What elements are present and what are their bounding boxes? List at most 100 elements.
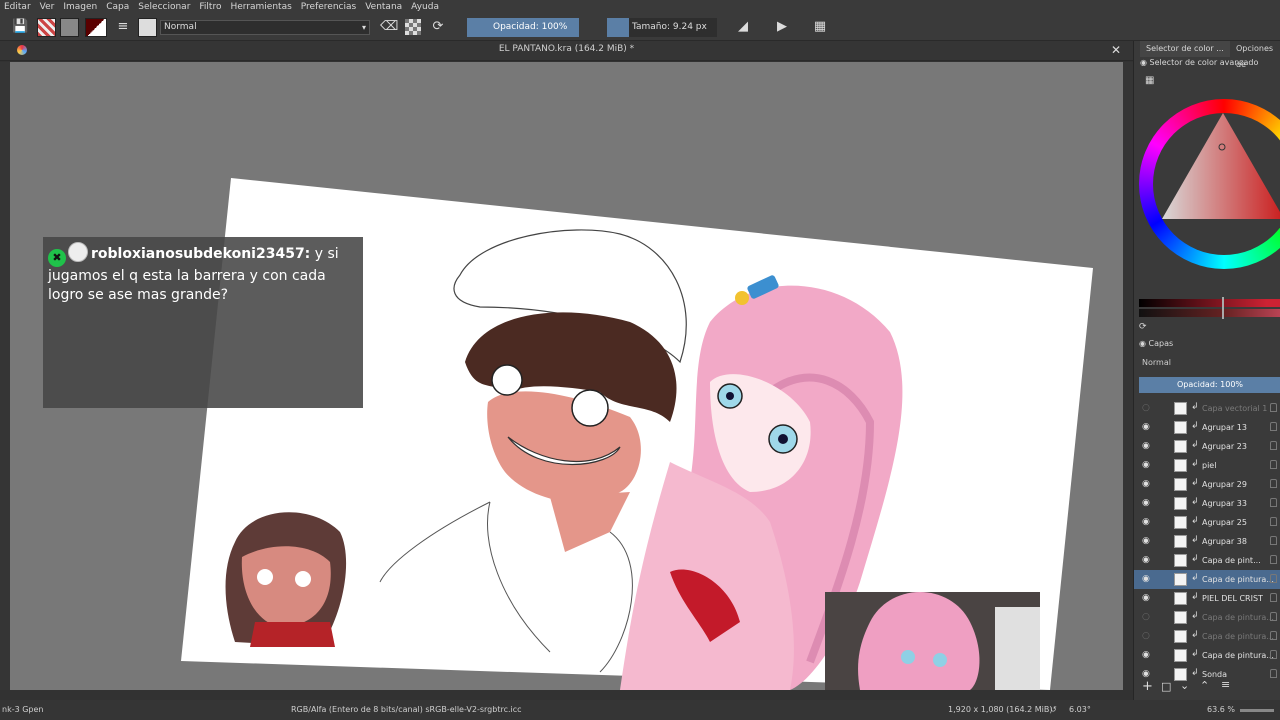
tab-color-selector[interactable]: Selector de color ...	[1140, 41, 1230, 57]
status-color-space: RGB/Alfa (Entero de 8 bits/canal) sRGB-e…	[291, 705, 522, 714]
lock-icon[interactable]	[1270, 498, 1277, 507]
brush-settings-icon[interactable]: ≡	[115, 19, 131, 35]
fg-bg-color-icon[interactable]	[85, 18, 107, 37]
zoom-slider[interactable]	[1240, 709, 1274, 712]
color-settings-icon[interactable]: ▦	[1145, 75, 1154, 86]
eye-icon[interactable]: ◉	[1142, 650, 1152, 660]
menu-preferencias[interactable]: Preferencias	[297, 2, 361, 12]
menu-imagen[interactable]: Imagen	[59, 2, 102, 12]
eraser-icon[interactable]: ⌫	[380, 19, 398, 35]
menubar: Editar Ver Imagen Capa Seleccionar Filtr…	[0, 0, 1280, 14]
lock-icon[interactable]	[1270, 536, 1277, 545]
lock-icon[interactable]	[1270, 422, 1277, 431]
menu-seleccionar[interactable]: Seleccionar	[134, 2, 195, 12]
layer-thumbnail	[1174, 421, 1187, 434]
lock-icon[interactable]	[1270, 403, 1277, 412]
color-triangle[interactable]	[1154, 111, 1280, 221]
layer-row[interactable]: ○ ↲ Capa de pintura...	[1134, 627, 1280, 646]
mirror-horizontal-icon[interactable]: ◢	[735, 19, 751, 35]
layer-row[interactable]: ○ ↲ Capa de pintura...	[1134, 608, 1280, 627]
close-icon[interactable]: ✕	[1111, 43, 1121, 57]
eye-icon[interactable]: ◉	[1142, 536, 1152, 546]
brush-tip-icon[interactable]	[138, 18, 157, 37]
crop-icon[interactable]: ▦	[812, 19, 828, 35]
alpha-lock-icon[interactable]	[405, 19, 421, 35]
eye-hidden-icon[interactable]: ○	[1142, 612, 1152, 622]
layer-row[interactable]: ◉ ↲ piel	[1134, 456, 1280, 475]
layers-opacity-label: Opacidad: 100%	[1176, 380, 1244, 389]
right-docker: Selector de color ... Opciones de ◉ Sele…	[1133, 41, 1280, 700]
duplicate-layer-icon[interactable]: □	[1161, 680, 1171, 693]
layer-type-icon: ↲	[1191, 459, 1199, 469]
brush-preset-swatch[interactable]	[37, 18, 56, 37]
refresh-icon[interactable]: ⟳	[1139, 322, 1147, 332]
eye-icon[interactable]: ◉	[1142, 593, 1152, 603]
lock-icon[interactable]	[1270, 555, 1277, 564]
lock-icon[interactable]	[1270, 650, 1277, 659]
canvas-scroll-strip[interactable]	[1123, 62, 1133, 690]
menu-herramientas[interactable]: Herramientas	[226, 2, 296, 12]
eye-icon[interactable]: ◉	[1142, 441, 1152, 451]
lock-icon[interactable]	[1270, 441, 1277, 450]
eye-hidden-icon[interactable]: ○	[1142, 631, 1152, 641]
shade-strip-2[interactable]	[1139, 309, 1280, 317]
eye-icon[interactable]: ◉	[1142, 460, 1152, 470]
lock-icon[interactable]	[1270, 460, 1277, 469]
canvas-area[interactable]: ✖ robloxianosubdekoni23457: y si jugamos …	[10, 62, 1123, 690]
lock-icon[interactable]	[1270, 669, 1277, 678]
pattern-swatch[interactable]	[60, 18, 79, 37]
lock-icon[interactable]	[1270, 479, 1277, 488]
layer-row[interactable]: ◉ ↲ Agrupar 25	[1134, 513, 1280, 532]
lock-icon[interactable]	[1270, 517, 1277, 526]
color-panel-title: Selector de color avanzado	[1149, 58, 1259, 67]
layer-row[interactable]: ◉ ↲ Agrupar 23	[1134, 437, 1280, 456]
move-up-icon[interactable]: ⌃	[1200, 679, 1209, 692]
menu-ver[interactable]: Ver	[36, 2, 60, 12]
tab-tool-options[interactable]: Opciones de	[1230, 41, 1280, 69]
layer-row[interactable]: ◉ ↲ Capa de pintura...	[1134, 646, 1280, 665]
eye-hidden-icon[interactable]: ○	[1142, 403, 1152, 413]
opacity-slider[interactable]: Opacidad: 100%	[467, 18, 579, 37]
save-icon[interactable]: 💾	[12, 19, 28, 35]
eye-icon[interactable]: ◉	[1142, 555, 1152, 565]
layer-row[interactable]: ◉ ↲ Agrupar 38	[1134, 532, 1280, 551]
lock-icon[interactable]	[1270, 612, 1277, 621]
lock-icon[interactable]	[1270, 574, 1277, 583]
reload-icon[interactable]: ⟳	[430, 19, 446, 35]
layer-row[interactable]: ◉ ↲ Agrupar 13	[1134, 418, 1280, 437]
layer-name: Agrupar 38	[1202, 537, 1247, 546]
menu-ayuda[interactable]: Ayuda	[407, 2, 444, 12]
eye-icon[interactable]: ◉	[1142, 498, 1152, 508]
layers-blend-mode[interactable]: Normal	[1142, 358, 1171, 367]
layer-row[interactable]: ○ ↲ Capa vectorial 1	[1134, 399, 1280, 418]
blend-mode-select[interactable]: Normal ▾	[160, 20, 370, 35]
menu-filtro[interactable]: Filtro	[195, 2, 226, 12]
add-layer-icon[interactable]: +	[1142, 679, 1153, 694]
menu-editar[interactable]: Editar	[0, 2, 36, 12]
eye-icon[interactable]: ◉	[1142, 669, 1152, 679]
layer-thumbnail	[1174, 611, 1187, 624]
menu-ventana[interactable]: Ventana	[361, 2, 407, 12]
size-slider-fill	[607, 18, 629, 37]
layer-row[interactable]: ◉ ↲ PIEL DEL CRIST	[1134, 589, 1280, 608]
shade-strip-1[interactable]	[1139, 299, 1280, 307]
layer-row[interactable]: ◉ ↲ Capa de pint...	[1134, 551, 1280, 570]
layer-row[interactable]: ◉ ↲ Agrupar 29	[1134, 475, 1280, 494]
eye-icon[interactable]: ◉	[1142, 479, 1152, 489]
mirror-vertical-icon[interactable]: ▶	[774, 19, 790, 35]
lock-icon[interactable]	[1270, 631, 1277, 640]
chat-badge-icon: ✖	[48, 249, 66, 267]
layer-name: Capa de pintura...	[1202, 651, 1274, 660]
layer-thumbnail	[1174, 630, 1187, 643]
layers-opacity-slider[interactable]: Opacidad: 100%	[1139, 377, 1280, 393]
eye-icon[interactable]: ◉	[1142, 422, 1152, 432]
menu-capa[interactable]: Capa	[102, 2, 134, 12]
size-slider[interactable]: Tamaño: 9.24 px	[629, 18, 717, 37]
lock-icon[interactable]	[1270, 593, 1277, 602]
layer-properties-icon[interactable]: ≡	[1221, 678, 1230, 691]
eye-icon[interactable]: ◉	[1142, 517, 1152, 527]
layer-row[interactable]: ◉ ↲ Capa de pintura...	[1134, 570, 1280, 589]
move-down-icon[interactable]: ⌄	[1180, 679, 1189, 692]
eye-icon[interactable]: ◉	[1142, 574, 1152, 584]
layer-row[interactable]: ◉ ↲ Agrupar 33	[1134, 494, 1280, 513]
